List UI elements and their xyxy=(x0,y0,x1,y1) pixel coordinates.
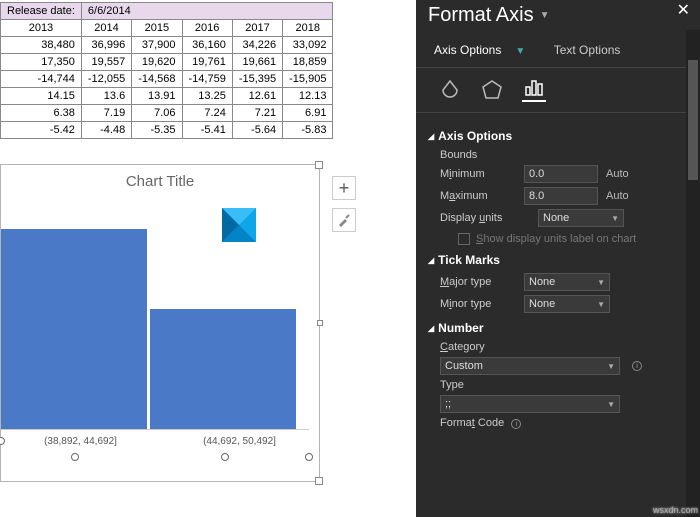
chart-styles-button[interactable] xyxy=(332,208,356,232)
release-date-label: Release date: xyxy=(1,3,82,20)
category-select[interactable]: Custom▼ xyxy=(440,357,620,375)
section-tick-marks[interactable]: Tick Marks xyxy=(428,253,684,267)
category-label: Category xyxy=(440,341,684,353)
type-select[interactable]: ;;▼ xyxy=(440,395,620,413)
bar[interactable] xyxy=(150,309,296,429)
panel-header: Format Axis ▼ ✕ xyxy=(416,0,700,37)
minimum-input[interactable] xyxy=(524,165,598,183)
vertical-scrollbar[interactable] xyxy=(686,30,700,517)
panel-title: Format Axis xyxy=(428,4,534,27)
worksheet-area: Release date:6/6/2014 2013 2014 2015 201… xyxy=(0,0,416,517)
axis-handle[interactable] xyxy=(221,453,229,461)
year-header[interactable]: 2015 xyxy=(132,20,182,37)
chart-title[interactable]: Chart Title xyxy=(1,165,319,230)
close-panel-button[interactable]: ✕ xyxy=(677,0,690,20)
panel-dropdown-icon[interactable]: ▼ xyxy=(540,10,550,21)
chart-elements-button[interactable]: + xyxy=(332,176,356,200)
major-type-label: Major type xyxy=(440,276,516,288)
x-tick-label: (38,892, 44,692] xyxy=(1,436,160,447)
effects-tab[interactable] xyxy=(480,78,504,102)
section-number[interactable]: Number xyxy=(428,321,684,335)
bounds-label: Bounds xyxy=(440,149,684,161)
info-icon[interactable]: i xyxy=(511,419,521,429)
maximum-input[interactable] xyxy=(524,187,598,205)
display-units-label: Display units xyxy=(440,212,530,224)
scrollbar-thumb[interactable] xyxy=(688,60,698,180)
property-icon-tabs xyxy=(416,68,700,113)
table-row: 6.387.197.067.247.216.91 xyxy=(1,105,333,122)
show-units-checkbox xyxy=(458,233,470,245)
year-header[interactable]: 2018 xyxy=(283,20,333,37)
format-code-label: Format Code i xyxy=(440,417,684,429)
table-row: 14.1513.613.9113.2512.6112.13 xyxy=(1,88,333,105)
table-row: -14,744-12,055-14,568-14,759-15,395-15,9… xyxy=(1,71,333,88)
format-axis-panel: Format Axis ▼ ✕ Axis Options ▼ Text Optio… xyxy=(416,0,700,517)
year-header[interactable]: 2014 xyxy=(81,20,131,37)
year-header[interactable]: 2013 xyxy=(1,20,82,37)
show-units-label: Show display units label on chart xyxy=(476,233,636,245)
resize-handle[interactable] xyxy=(317,320,323,326)
minor-type-label: Minor type xyxy=(440,298,516,310)
axis-options-tab[interactable] xyxy=(522,78,546,102)
table-header-row: 2013 2014 2015 2016 2017 2018 xyxy=(1,20,333,37)
x-axis-labels[interactable]: (38,892, 44,692] (44,692, 50,492] xyxy=(1,430,319,447)
panel-body: Axis Options Bounds Minimum Auto Maximum… xyxy=(416,113,700,517)
maximum-auto[interactable]: Auto xyxy=(606,190,629,202)
options-tabs: Axis Options ▼ Text Options xyxy=(416,37,700,68)
info-icon[interactable]: i xyxy=(632,361,642,371)
x-tick-label: (44,692, 50,492] xyxy=(160,436,319,447)
release-date-value[interactable]: 6/6/2014 xyxy=(81,3,333,20)
tab-axis-options[interactable]: Axis Options xyxy=(434,43,501,57)
minimum-label: Minimum xyxy=(440,168,516,180)
chevron-down-icon[interactable]: ▼ xyxy=(515,46,525,57)
year-header[interactable]: 2017 xyxy=(232,20,282,37)
tab-text-options[interactable]: Text Options xyxy=(554,43,621,57)
major-type-select[interactable]: None▼ xyxy=(524,273,610,291)
display-units-select[interactable]: None▼ xyxy=(538,209,624,227)
year-header[interactable]: 2016 xyxy=(182,20,232,37)
table-row: 17,35019,55719,62019,76119,66118,859 xyxy=(1,54,333,71)
section-axis-options[interactable]: Axis Options xyxy=(428,129,684,143)
chart-object[interactable]: Chart Title (38,892, 44,692] (44,692, 50… xyxy=(0,164,320,482)
axis-handle[interactable] xyxy=(71,453,79,461)
windows-logo-icon xyxy=(222,208,256,242)
plot-area[interactable] xyxy=(1,230,309,430)
table-row: 38,48036,99637,90036,16034,22633,092 xyxy=(1,37,333,54)
watermark: wsxdn.com xyxy=(653,505,698,515)
fill-line-tab[interactable] xyxy=(438,78,462,102)
maximum-label: Maximum xyxy=(440,190,516,202)
minimum-auto[interactable]: Auto xyxy=(606,168,629,180)
data-table[interactable]: Release date:6/6/2014 2013 2014 2015 201… xyxy=(0,2,333,139)
bar[interactable] xyxy=(1,229,147,429)
type-label: Type xyxy=(440,379,684,391)
table-row: -5.42-4.48-5.35-5.41-5.64-5.83 xyxy=(1,122,333,139)
minor-type-select[interactable]: None▼ xyxy=(524,295,610,313)
axis-handle[interactable] xyxy=(305,453,313,461)
